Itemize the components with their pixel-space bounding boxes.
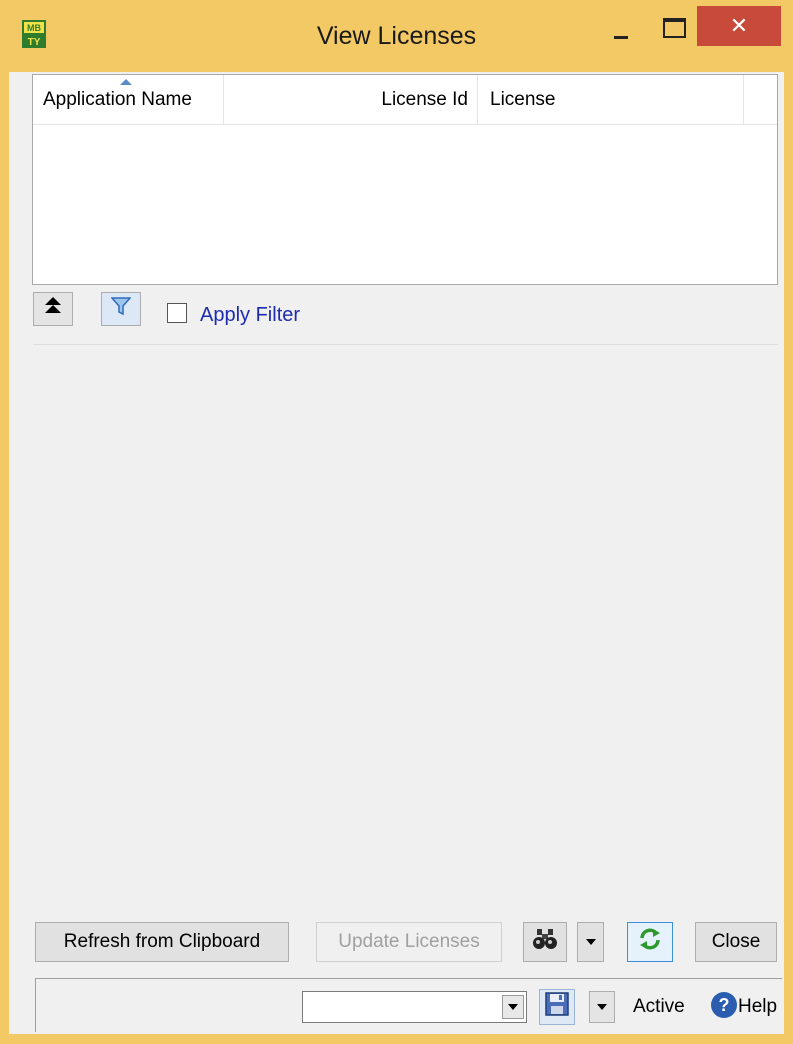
save-layout-button[interactable] <box>539 989 575 1025</box>
reload-button[interactable] <box>627 922 673 962</box>
licenses-list[interactable]: Application Name License Id License <box>32 74 778 285</box>
collapse-top-button[interactable] <box>33 292 73 326</box>
binoculars-icon <box>532 928 558 956</box>
status-combo-dropdown[interactable] <box>502 995 524 1019</box>
client-area: Application Name License Id License Appl… <box>9 72 784 1034</box>
apply-filter-label[interactable]: Apply Filter <box>200 304 300 327</box>
sort-ascending-icon <box>120 79 132 85</box>
title-bar[interactable]: MB TY View Licenses ✕ <box>0 0 793 72</box>
status-bar: Active ? Help <box>35 978 782 1032</box>
view-licenses-window: MB TY View Licenses ✕ Application Name L… <box>0 0 793 1044</box>
minimize-button[interactable] <box>606 14 646 54</box>
apply-filter-checkbox[interactable] <box>167 303 187 323</box>
active-status-label: Active <box>633 996 685 1017</box>
floppy-save-icon <box>545 992 569 1022</box>
chevron-down-icon <box>585 939 596 945</box>
status-combo-box[interactable] <box>302 991 527 1023</box>
close-icon: ✕ <box>729 13 749 38</box>
list-body[interactable] <box>33 126 777 284</box>
collapse-top-icon <box>45 297 61 321</box>
refresh-arrows-icon <box>639 927 661 957</box>
save-layout-dropdown[interactable] <box>589 991 615 1023</box>
chevron-down-icon <box>508 1004 518 1010</box>
close-window-button[interactable]: ✕ <box>697 6 781 46</box>
column-header-license[interactable]: License <box>478 75 744 125</box>
find-options-dropdown[interactable] <box>577 922 604 962</box>
chevron-down-icon <box>597 1004 607 1010</box>
column-label: License <box>490 89 556 110</box>
column-header-application-name[interactable]: Application Name <box>33 75 224 125</box>
close-button[interactable]: Close <box>695 922 777 962</box>
update-licenses-button: Update Licenses <box>316 922 502 962</box>
column-header-license-id[interactable]: License Id <box>224 75 478 125</box>
column-label: Application Name <box>43 89 192 110</box>
filter-divider <box>33 344 778 345</box>
maximize-button[interactable] <box>650 14 690 54</box>
column-label: License Id <box>381 89 468 110</box>
column-header-filler <box>744 75 777 125</box>
filter-funnel-icon <box>110 296 132 322</box>
list-header: Application Name License Id License <box>33 75 777 125</box>
help-link[interactable]: Help <box>738 996 777 1018</box>
filter-button[interactable] <box>101 292 141 326</box>
refresh-from-clipboard-button[interactable]: Refresh from Clipboard <box>35 922 289 962</box>
help-icon[interactable]: ? <box>711 992 737 1018</box>
find-button[interactable] <box>523 922 567 962</box>
